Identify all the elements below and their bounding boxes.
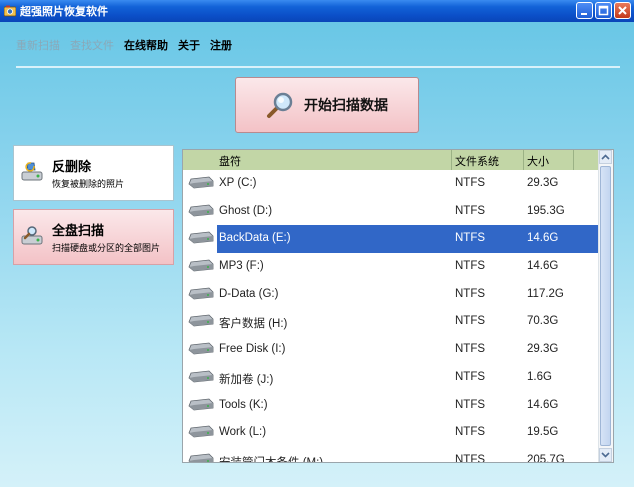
drive-size: 14.6G <box>527 232 559 245</box>
drive-row[interactable]: Tools (K:) NTFS 14.6G <box>183 392 601 420</box>
hard-drive-icon <box>188 342 214 355</box>
column-header-filesystem[interactable]: 文件系统 <box>455 153 499 169</box>
drive-name: Free Disk (I:) <box>219 343 286 356</box>
drive-filesystem: NTFS <box>455 315 486 328</box>
menu-rescan[interactable]: 重新扫描 <box>16 37 60 53</box>
undelete-title: 反删除 <box>52 160 92 175</box>
drive-size: 29.3G <box>527 177 559 189</box>
main-panel: 重新扫描 查找文件 在线帮助 关于 注册 开始扫描数据 反删除 恢复被删除的照片 <box>0 22 634 487</box>
hard-drive-icon <box>188 453 214 462</box>
drive-row[interactable]: 新加卷 (J:) NTFS 1.6G <box>183 364 601 392</box>
hard-drive-icon <box>188 398 214 410</box>
chevron-down-icon <box>601 452 610 458</box>
drive-filesystem: NTFS <box>455 453 486 463</box>
menu-online-help[interactable]: 在线帮助 <box>124 37 168 53</box>
drive-row[interactable]: Ghost (D:) NTFS 195.3G <box>183 198 601 226</box>
vertical-scrollbar[interactable] <box>598 150 613 462</box>
drive-size: 14.6G <box>527 260 559 273</box>
drive-filesystem: NTFS <box>455 260 486 273</box>
column-header-drive[interactable]: 盘符 <box>219 153 241 169</box>
start-scan-label: 开始扫描数据 <box>304 98 388 114</box>
drive-size: 117.2G <box>527 287 564 300</box>
drive-row[interactable]: 客户数据 (H:) NTFS 70.3G <box>183 308 601 336</box>
drive-filesystem: NTFS <box>455 177 486 189</box>
drive-size: 29.3G <box>527 343 559 356</box>
menu-find-files[interactable]: 查找文件 <box>70 37 114 53</box>
drive-filesystem: NTFS <box>455 370 486 383</box>
drive-row[interactable]: BackData (E:) NTFS 14.6G <box>183 225 601 254</box>
column-header-size[interactable]: 大小 <box>527 153 549 169</box>
hard-drive-icon <box>188 204 214 217</box>
drive-filesystem: NTFS <box>455 232 486 245</box>
drive-row[interactable]: Work (L:) NTFS 19.5G <box>183 419 601 447</box>
drive-row[interactable]: Free Disk (I:) NTFS 29.3G <box>183 336 601 364</box>
scroll-down-button[interactable] <box>599 448 612 462</box>
drive-list[interactable]: 盘符 文件系统 大小 XP (C:) NTFS 29.3G Ghost (D:) NTF… <box>182 149 614 463</box>
hard-drive-icon <box>188 315 214 327</box>
list-header: 盘符 文件系统 大小 <box>183 150 601 170</box>
close-icon <box>618 6 627 15</box>
drive-name: XP (C:) <box>219 177 257 189</box>
drive-row[interactable]: XP (C:) NTFS 29.3G <box>183 170 601 198</box>
drive-name: 安装管门木条件 (M:) <box>219 456 324 463</box>
drive-row[interactable]: D-Data (G:) NTFS 117.2G <box>183 281 601 309</box>
close-button[interactable] <box>614 2 631 19</box>
drive-filesystem: NTFS <box>455 204 486 217</box>
drive-rows: XP (C:) NTFS 29.3G Ghost (D:) NTFS 195.3G Back… <box>183 170 601 463</box>
full-scan-title: 全盘扫描 <box>52 224 105 239</box>
menu-register[interactable]: 注册 <box>210 37 232 53</box>
drive-name: BackData (E:) <box>219 232 291 245</box>
app-icon <box>4 5 16 17</box>
drive-size: 14.6G <box>527 398 559 411</box>
drive-size: 19.5G <box>527 426 559 439</box>
menu-divider <box>16 66 620 68</box>
drive-name: Ghost (D:) <box>219 204 273 217</box>
full-scan-desc: 扫描硬盘或分区的全部图片 <box>52 244 161 254</box>
recycle-drive-icon <box>21 162 43 181</box>
hard-drive-icon <box>188 176 214 189</box>
maximize-button[interactable] <box>595 2 612 19</box>
drive-size: 195.3G <box>527 204 565 217</box>
menu-about[interactable]: 关于 <box>178 37 200 53</box>
drive-name: 新加卷 (J:) <box>219 373 274 386</box>
drive-filesystem: NTFS <box>455 398 486 411</box>
scroll-thumb[interactable] <box>600 166 611 446</box>
drive-name: Work (L:) <box>219 426 267 439</box>
hard-drive-icon <box>188 370 214 383</box>
hard-drive-icon <box>188 425 214 438</box>
title-bar: 超强照片恢复软件 <box>0 0 634 22</box>
hard-drive-icon <box>188 259 214 272</box>
drive-size: 205.7G <box>527 453 565 463</box>
drive-row[interactable]: 安装管门木条件 (M:) NTFS 205.7G <box>183 447 601 463</box>
magnifier-icon <box>267 92 293 118</box>
drive-size: 1.6G <box>527 370 552 383</box>
drive-name: D-Data (G:) <box>219 287 279 300</box>
undelete-button[interactable]: 反删除 恢复被删除的照片 <box>13 145 174 201</box>
chevron-up-icon <box>601 154 610 160</box>
drive-filesystem: NTFS <box>455 426 486 439</box>
drive-name: Tools (K:) <box>219 398 268 411</box>
window-title: 超强照片恢复软件 <box>20 5 108 18</box>
menu-bar: 重新扫描 查找文件 在线帮助 关于 注册 <box>16 37 232 53</box>
drive-row[interactable]: MP3 (F:) NTFS 14.6G <box>183 253 601 281</box>
scan-drive-icon <box>21 226 43 245</box>
drive-name: 客户数据 (H:) <box>219 318 288 331</box>
hard-drive-icon <box>188 287 214 300</box>
start-scan-button[interactable]: 开始扫描数据 <box>235 77 419 133</box>
drive-filesystem: NTFS <box>455 343 486 356</box>
drive-filesystem: NTFS <box>455 287 486 300</box>
minimize-button[interactable] <box>576 2 593 19</box>
scroll-up-button[interactable] <box>599 150 612 164</box>
hard-drive-icon <box>188 231 214 244</box>
minimize-icon <box>581 13 587 15</box>
full-scan-button[interactable]: 全盘扫描 扫描硬盘或分区的全部图片 <box>13 209 174 265</box>
undelete-desc: 恢复被删除的照片 <box>52 180 125 190</box>
drive-name: MP3 (F:) <box>219 260 264 273</box>
maximize-icon <box>598 5 609 16</box>
drive-size: 70.3G <box>527 315 559 328</box>
